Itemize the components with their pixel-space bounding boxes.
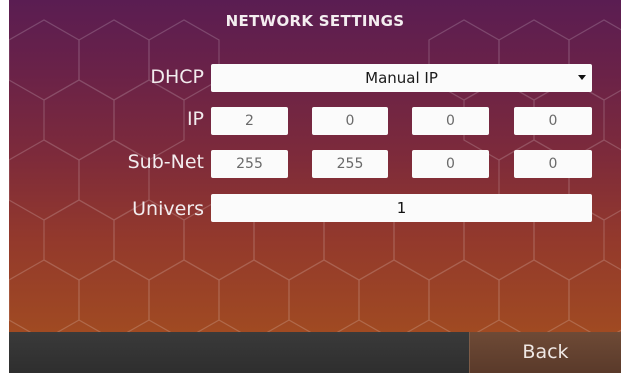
dhcp-mode-select[interactable]: Manual IP	[211, 64, 592, 92]
subnet-octet-2-input[interactable]: 255	[312, 150, 388, 178]
univers-label: Univers	[132, 198, 204, 220]
subnet-label: Sub-Net	[127, 151, 204, 173]
dhcp-mode-value: Manual IP	[365, 69, 438, 87]
subnet-octet-4-input[interactable]: 0	[514, 150, 592, 178]
page-title: NETWORK SETTINGS	[225, 12, 405, 30]
subnet-octet-1-input[interactable]: 255	[211, 150, 288, 178]
subnet-octet-3-input[interactable]: 0	[412, 150, 489, 178]
ip-octet-3-input[interactable]: 0	[412, 107, 489, 135]
ip-label: IP	[186, 108, 204, 130]
univers-input[interactable]: 1	[211, 194, 592, 222]
ip-octet-2-input[interactable]: 0	[312, 107, 388, 135]
ip-octet-4-input[interactable]: 0	[514, 107, 592, 135]
back-button[interactable]: Back	[469, 332, 621, 373]
network-settings-screen: NETWORK SETTINGS DHCP Manual IP IP 2 0 0…	[9, 0, 621, 332]
ip-octet-1-input[interactable]: 2	[211, 107, 288, 135]
chevron-down-icon	[578, 75, 586, 80]
device-frame: NETWORK SETTINGS DHCP Manual IP IP 2 0 0…	[0, 0, 630, 373]
dhcp-label: DHCP	[150, 66, 204, 88]
